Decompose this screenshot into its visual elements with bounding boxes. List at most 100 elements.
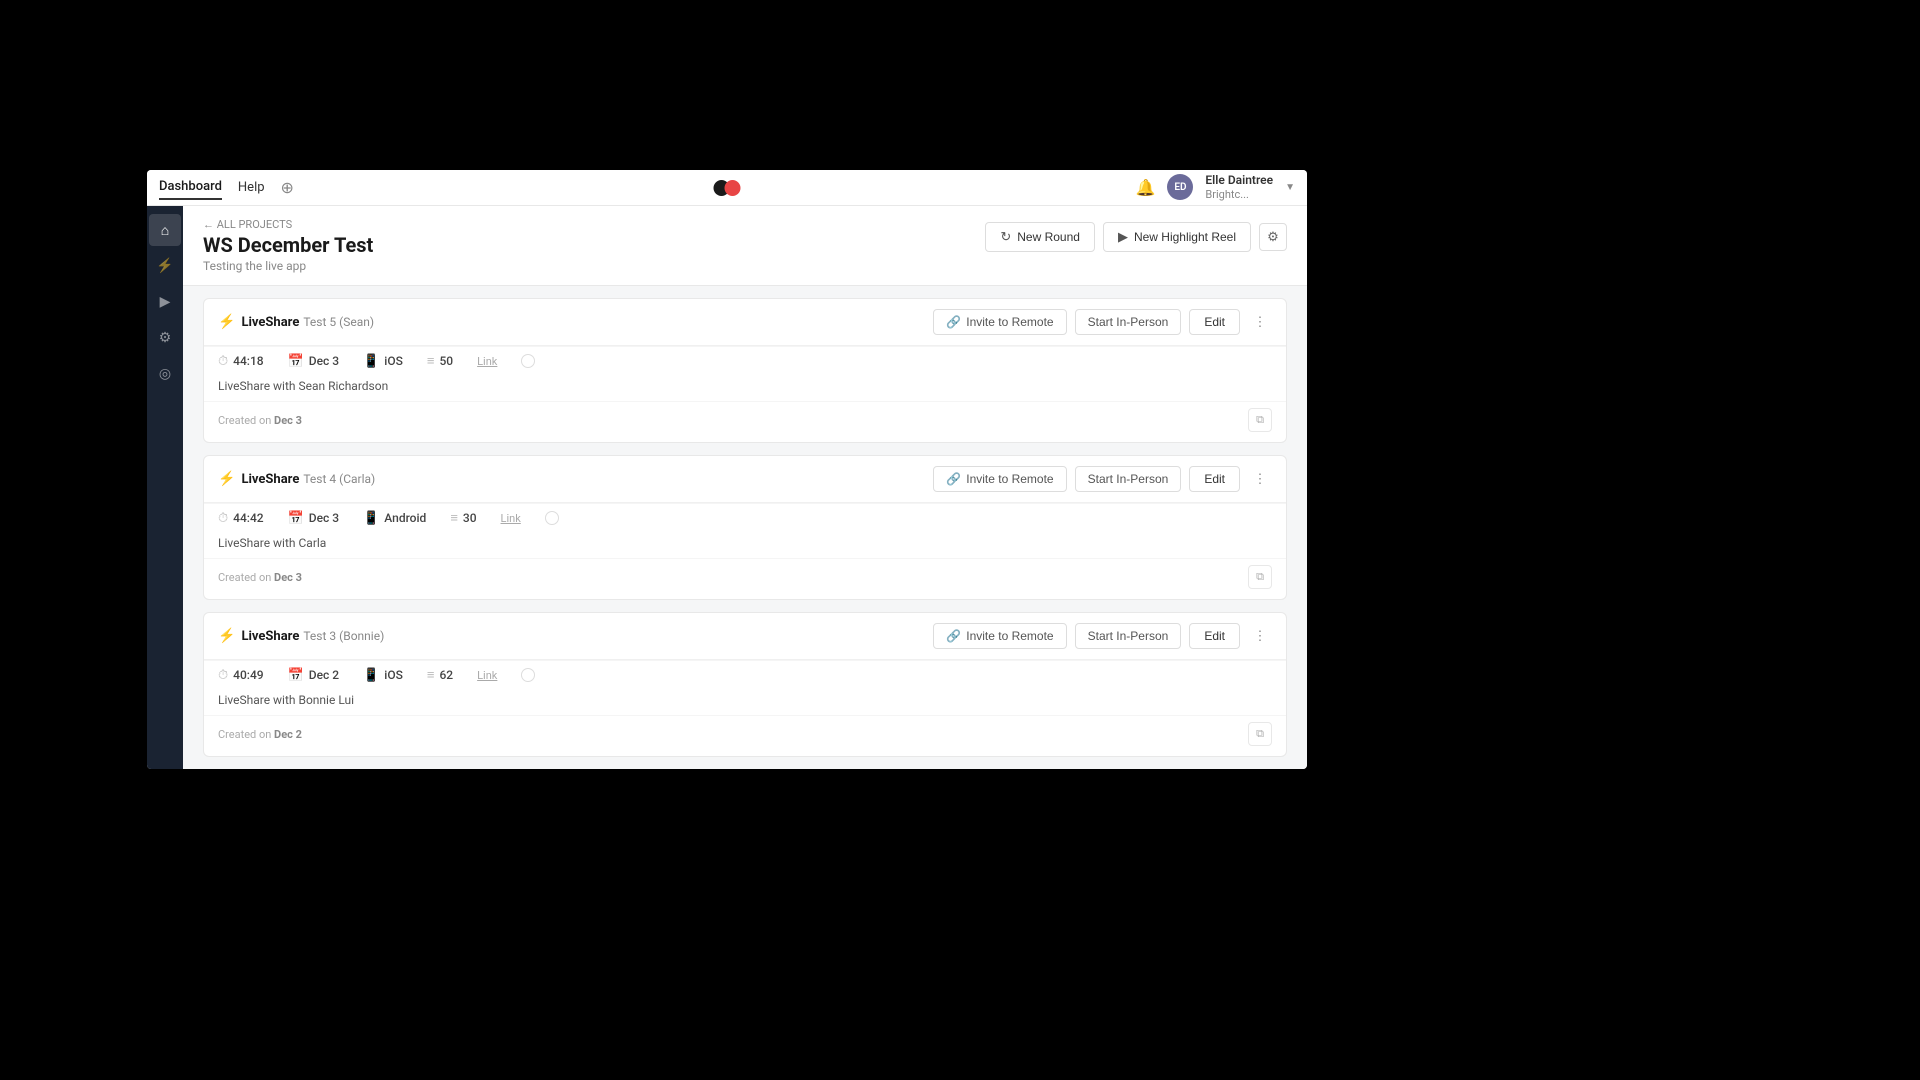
highlight-icon: ▶ — [1118, 229, 1128, 245]
new-round-button[interactable]: ↻ New Round — [985, 222, 1095, 252]
session-desc-2: LiveShare with Carla — [204, 532, 1286, 558]
new-highlight-label: New Highlight Reel — [1134, 230, 1236, 244]
edit-button-1[interactable]: Edit — [1189, 309, 1240, 335]
sidebar-icon-home[interactable]: ⌂ — [149, 214, 181, 246]
session-created-2: Created on Dec 3 — [218, 571, 302, 584]
session-desc-3: LiveShare with Bonnie Lui — [204, 689, 1286, 715]
session-brand-1: LiveShare — [241, 315, 299, 330]
edit-button-3[interactable]: Edit — [1189, 623, 1240, 649]
stats-row-3: ⏱ 40:49 📅 Dec 2 📱 iOS ≡ — [204, 660, 1286, 689]
more-button-3[interactable]: ⋮ — [1248, 624, 1272, 648]
user-org: Brightc... — [1205, 188, 1273, 202]
notification-bell[interactable]: 🔔 — [1135, 178, 1155, 197]
session-actions-2: 🔗 Invite to Remote Start In-Person Edit … — [933, 466, 1272, 492]
logo — [714, 180, 741, 196]
invite-remote-button-3[interactable]: 🔗 Invite to Remote — [933, 623, 1066, 649]
session-actions-1: 🔗 Invite to Remote Start In-Person Edit … — [933, 309, 1272, 335]
device-icon-3: 📱 — [363, 668, 379, 683]
top-nav-right: 🔔 ED Elle Daintree Brightc... ▼ — [1135, 173, 1295, 203]
session-brand-2: LiveShare — [241, 472, 299, 487]
stats-date-3: 📅 Dec 2 — [288, 668, 340, 683]
session-bolt-3: ⚡ — [218, 628, 235, 644]
project-title: WS December Test — [203, 233, 373, 257]
stats-row-2: ⏱ 44:42 📅 Dec 3 📱 Android ≡ — [204, 503, 1286, 532]
count-val-2: 30 — [463, 511, 477, 525]
sidebar: ⌂ ⚡ ▶ ⚙ ◎ — [147, 206, 183, 769]
invite-remote-button-2[interactable]: 🔗 Invite to Remote — [933, 466, 1066, 492]
user-info: Elle Daintree Brightc... — [1205, 173, 1273, 203]
project-actions: ↻ New Round ▶ New Highlight Reel ⚙ — [985, 222, 1287, 252]
copy-btn-3[interactable]: ⧉ — [1248, 722, 1272, 746]
main-content: ← ALL PROJECTS WS December Test Testing … — [183, 206, 1307, 769]
platform-val-1: iOS — [384, 354, 403, 368]
start-in-person-button-1[interactable]: Start In-Person — [1075, 309, 1182, 335]
session-header-2: ⚡ LiveShare Test 4 (Carla) 🔗 Invite to R… — [204, 456, 1286, 503]
session-card-3: ⚡ LiveShare Test 3 (Bonnie) 🔗 Invite to … — [203, 612, 1287, 757]
list-icon-2: ≡ — [450, 510, 458, 526]
created-date-3: Dec 2 — [274, 728, 302, 741]
breadcrumb[interactable]: ← ALL PROJECTS — [203, 218, 373, 231]
radio-dot-2 — [545, 511, 559, 525]
cal-icon-3: 📅 — [288, 668, 304, 683]
nav-more[interactable]: ⊕ — [281, 178, 294, 197]
stats-duration-2: ⏱ 44:42 — [218, 511, 264, 526]
sidebar-icon-bolt[interactable]: ⚡ — [149, 250, 181, 282]
session-card-2: ⚡ LiveShare Test 4 (Carla) 🔗 Invite to R… — [203, 455, 1287, 600]
stats-duration-3: ⏱ 40:49 — [218, 668, 264, 683]
date-val-1: Dec 3 — [309, 354, 339, 368]
link-btn-3[interactable]: Link — [477, 669, 497, 682]
duration-val-1: 44:18 — [233, 354, 263, 368]
copy-btn-2[interactable]: ⧉ — [1248, 565, 1272, 589]
settings-button[interactable]: ⚙ — [1259, 223, 1287, 251]
stats-count-3: ≡ 62 — [427, 667, 453, 683]
session-brand-3: LiveShare — [241, 629, 299, 644]
start-in-person-button-3[interactable]: Start In-Person — [1075, 623, 1182, 649]
more-button-1[interactable]: ⋮ — [1248, 310, 1272, 334]
new-highlight-reel-button[interactable]: ▶ New Highlight Reel — [1103, 222, 1251, 252]
session-created-3: Created on Dec 2 — [218, 728, 302, 741]
more-button-2[interactable]: ⋮ — [1248, 467, 1272, 491]
avatar[interactable]: ED — [1167, 174, 1193, 200]
link-icon-2: 🔗 — [946, 472, 961, 486]
duration-val-2: 44:42 — [233, 511, 263, 525]
sidebar-icon-user[interactable]: ◎ — [149, 358, 181, 390]
stats-platform-1: 📱 iOS — [363, 354, 403, 369]
invite-remote-label-3: Invite to Remote — [966, 629, 1053, 643]
copy-btn-1[interactable]: ⧉ — [1248, 408, 1272, 432]
invite-remote-label-1: Invite to Remote — [966, 315, 1053, 329]
stats-platform-3: 📱 iOS — [363, 668, 403, 683]
nav-help[interactable]: Help — [238, 176, 265, 199]
link-btn-1[interactable]: Link — [477, 355, 497, 368]
invite-remote-label-2: Invite to Remote — [966, 472, 1053, 486]
sidebar-icon-settings[interactable]: ⚙ — [149, 322, 181, 354]
cal-icon-2: 📅 — [288, 511, 304, 526]
start-in-person-button-2[interactable]: Start In-Person — [1075, 466, 1182, 492]
start-in-person-label-3: Start In-Person — [1088, 629, 1169, 643]
link-btn-2[interactable]: Link — [501, 512, 521, 525]
session-footer-2: Created on Dec 3 ⧉ — [204, 558, 1286, 599]
nav-dashboard[interactable]: Dashboard — [159, 175, 222, 200]
session-footer-3: Created on Dec 2 ⧉ — [204, 715, 1286, 756]
sessions-list: ⚡ LiveShare Test 5 (Sean) 🔗 Invite to Re… — [183, 286, 1307, 769]
stats-count-1: ≡ 50 — [427, 353, 453, 369]
sidebar-icon-play[interactable]: ▶ — [149, 286, 181, 318]
session-footer-1: Created on Dec 3 ⧉ — [204, 401, 1286, 442]
link-icon-3: 🔗 — [946, 629, 961, 643]
new-round-label: New Round — [1017, 230, 1080, 244]
start-in-person-label-1: Start In-Person — [1088, 315, 1169, 329]
session-name-3: Test 3 (Bonnie) — [303, 629, 384, 643]
user-dropdown-chevron[interactable]: ▼ — [1285, 182, 1295, 193]
count-val-3: 62 — [439, 668, 453, 682]
created-date-2: Dec 3 — [274, 571, 302, 584]
stats-date-1: 📅 Dec 3 — [288, 354, 340, 369]
clock-icon-1: ⏱ — [218, 354, 228, 369]
edit-button-2[interactable]: Edit — [1189, 466, 1240, 492]
invite-remote-button-1[interactable]: 🔗 Invite to Remote — [933, 309, 1066, 335]
cal-icon-1: 📅 — [288, 354, 304, 369]
session-card-1: ⚡ LiveShare Test 5 (Sean) 🔗 Invite to Re… — [203, 298, 1287, 443]
list-icon-1: ≡ — [427, 353, 435, 369]
session-header-1: ⚡ LiveShare Test 5 (Sean) 🔗 Invite to Re… — [204, 299, 1286, 346]
link-icon-1: 🔗 — [946, 315, 961, 329]
user-name: Elle Daintree — [1205, 173, 1273, 189]
stats-platform-2: 📱 Android — [363, 511, 426, 526]
